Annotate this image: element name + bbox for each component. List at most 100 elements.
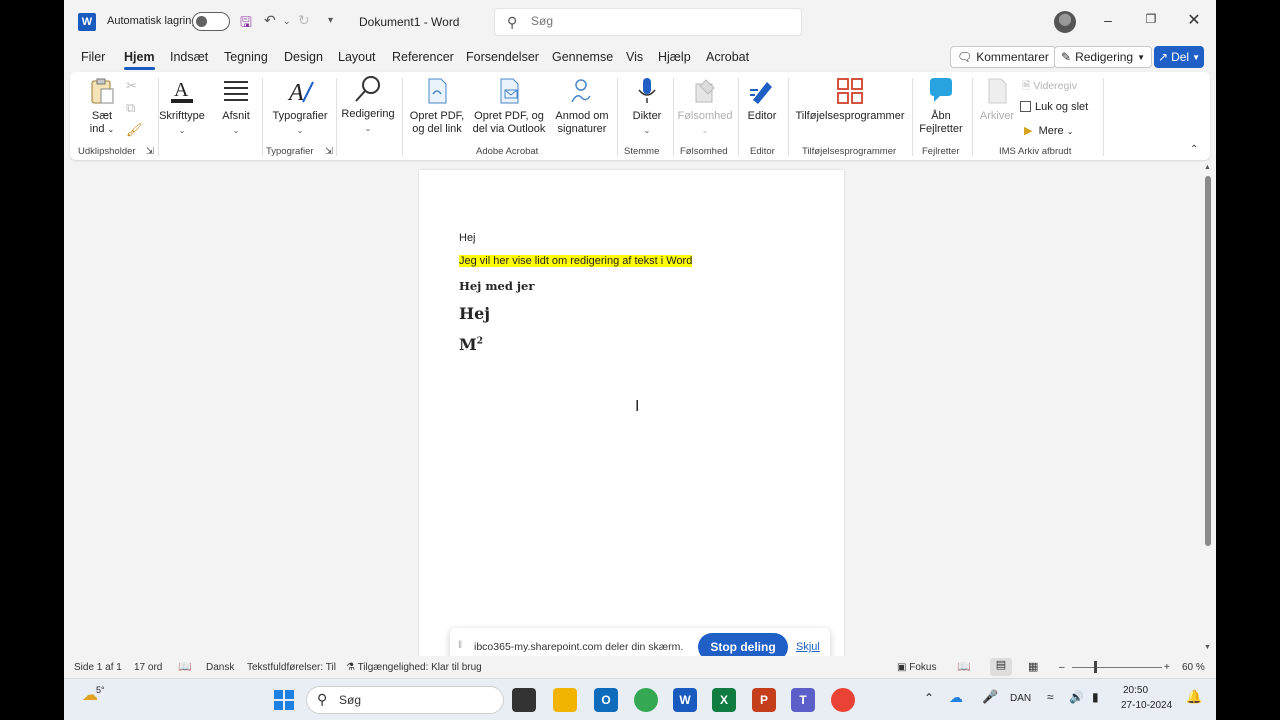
highlighted-text[interactable]: Jeg vil her vise lidt om redigering af t… (459, 255, 693, 267)
excel-icon[interactable]: X (712, 688, 736, 712)
restore-icon[interactable]: ❐ (1141, 12, 1161, 26)
wifi-icon[interactable]: ≈ (1047, 690, 1054, 704)
dictate-button[interactable]: Dikter ⌄ (621, 76, 673, 137)
windows-start-icon[interactable] (272, 688, 296, 712)
zoom-level[interactable]: 60 % (1182, 662, 1205, 673)
cut-icon[interactable]: ✂ (126, 78, 137, 94)
customize-toolbar-icon[interactable]: ▾ (328, 15, 333, 26)
minimize-icon[interactable]: – (1098, 12, 1118, 28)
editing-mode-button[interactable]: ✎ Redigering ▼ (1054, 46, 1153, 68)
tab-file[interactable]: Filer (81, 50, 105, 64)
scroll-up-icon[interactable]: ▲ (1204, 164, 1211, 171)
scroll-down-icon[interactable]: ▼ (1204, 644, 1211, 651)
collapse-ribbon-icon[interactable]: ⌃ (1190, 144, 1198, 155)
paragraph-button[interactable]: Afsnit ⌄ (216, 76, 256, 137)
addins-button[interactable]: Tilføjelsesprogrammer (792, 76, 908, 123)
comments-button[interactable]: 🗨 Kommentarer (950, 46, 1056, 68)
zoom-in-icon[interactable]: + (1164, 662, 1170, 673)
tab-design[interactable]: Design (284, 50, 323, 64)
sensitivity-button[interactable]: Følsomhed ⌄ (675, 76, 735, 137)
editor-button[interactable]: Editor (740, 76, 784, 123)
doc-line-greeting[interactable]: Hej (459, 232, 476, 244)
tab-mailings[interactable]: Forsendelser (466, 50, 539, 64)
save-icon[interactable]: 🖫 (240, 12, 252, 36)
word-count[interactable]: 17 ord (134, 662, 162, 673)
print-layout-icon[interactable]: ▤ (990, 658, 1012, 676)
proofing-icon[interactable]: 📖 (178, 660, 192, 673)
scrollbar-thumb[interactable] (1205, 176, 1211, 546)
request-signatures-button[interactable]: Anmod om signaturer (550, 76, 614, 136)
hide-banner-link[interactable]: Skjul (796, 641, 820, 653)
paste-button[interactable]: Sæt ind ⌄ (82, 76, 122, 136)
weather-temp[interactable]: 5° (96, 685, 105, 695)
drag-handle-icon[interactable]: ‖ (458, 640, 462, 651)
format-painter-icon[interactable]: 🖌 (126, 122, 143, 138)
taskbar-search[interactable]: ⚲ Søg (306, 686, 504, 714)
doc-line-bold[interactable]: Hej med jer (459, 279, 534, 293)
open-fixer-button[interactable]: Åbn Fejlretter (916, 76, 966, 136)
archive-button[interactable]: Arkiver (976, 76, 1018, 123)
input-language[interactable]: DAN (1010, 693, 1031, 704)
close-icon[interactable]: ✕ (1184, 10, 1204, 30)
accessibility-status[interactable]: ⚗ Tilgængelighed: Klar til brug (346, 662, 482, 673)
avatar[interactable] (1054, 11, 1076, 33)
zoom-slider-thumb[interactable] (1094, 661, 1097, 673)
mic-tray-icon[interactable]: 🎤 (982, 689, 998, 705)
font-button[interactable]: A Skrifttype ⌄ (156, 76, 208, 137)
search-input[interactable] (531, 14, 781, 28)
notification-bell-icon[interactable]: 🔔 (1186, 689, 1202, 705)
tab-view[interactable]: Vis (626, 50, 643, 64)
tab-draw[interactable]: Tegning (224, 50, 268, 64)
teams-icon[interactable]: T (791, 688, 815, 712)
show-hidden-icons[interactable]: ⌃ (924, 691, 934, 705)
create-pdf-share-link-button[interactable]: Opret PDF, og del link (406, 76, 468, 136)
text-predictions-status[interactable]: Tekstfuldførelser: Til (247, 662, 336, 673)
read-delete-checkbox[interactable]: Luk og slet (1020, 101, 1088, 113)
web-layout-icon[interactable]: ▦ (1028, 660, 1038, 673)
chrome-icon[interactable] (634, 688, 658, 712)
task-view-icon[interactable] (512, 688, 536, 712)
editing-button[interactable]: Redigering ⌄ (340, 74, 396, 135)
document-page[interactable]: Hej Jeg vil her vise lidt om redigering … (419, 170, 844, 670)
outlook-icon[interactable]: O (594, 688, 618, 712)
forward-button[interactable]: 🗎 Videregiv (1022, 78, 1077, 96)
chrome-profile-icon[interactable] (831, 688, 855, 712)
doc-line-large[interactable]: Hej (459, 304, 490, 323)
zoom-slider[interactable] (1072, 667, 1162, 668)
tab-help[interactable]: Hjælp (658, 50, 691, 64)
powerpoint-icon[interactable]: P (752, 688, 776, 712)
tab-review[interactable]: Gennemse (552, 50, 613, 64)
clipboard-launcher-icon[interactable]: ⇲ (146, 146, 154, 157)
page-count[interactable]: Side 1 af 1 (74, 662, 122, 673)
more-button[interactable]: ▶ Mere ⌄ (1024, 124, 1073, 137)
copy-icon[interactable]: ⧉ (126, 100, 135, 116)
battery-icon[interactable]: ▮ (1092, 690, 1099, 704)
tab-layout[interactable]: Layout (338, 50, 376, 64)
onedrive-icon[interactable]: ☁ (949, 689, 963, 706)
clock-date[interactable]: 27-10-2024 (1121, 700, 1172, 711)
clock-time[interactable]: 20:50 (1123, 685, 1148, 696)
language-status[interactable]: Dansk (206, 662, 234, 673)
file-explorer-icon[interactable] (553, 688, 577, 712)
word-taskbar-icon[interactable]: W (673, 688, 697, 712)
tab-references[interactable]: Referencer (392, 50, 454, 64)
read-mode-icon[interactable]: 📖 (957, 660, 971, 673)
tab-insert[interactable]: Indsæt (170, 50, 208, 64)
doc-line-highlighted[interactable]: Jeg vil her vise lidt om redigering af t… (459, 255, 693, 267)
tab-home[interactable]: Hjem (124, 50, 155, 70)
volume-icon[interactable]: 🔊 (1069, 690, 1084, 704)
tab-acrobat[interactable]: Acrobat (706, 50, 749, 64)
search-box[interactable]: ⚲ (494, 8, 802, 36)
styles-launcher-icon[interactable]: ⇲ (325, 146, 333, 157)
undo-dropdown-icon[interactable]: ⌄ (283, 16, 291, 27)
share-button[interactable]: ↗ Del ▼ (1154, 46, 1204, 68)
focus-button[interactable]: ▣ Fokus (897, 662, 936, 673)
styles-button[interactable]: A Typografier ⌄ (268, 76, 332, 137)
vertical-scrollbar[interactable]: ▲ ▼ (1200, 162, 1216, 656)
zoom-out-icon[interactable]: – (1059, 662, 1065, 673)
create-pdf-outlook-button[interactable]: Opret PDF, og del via Outlook (470, 76, 548, 136)
doc-line-superscript[interactable]: M2 (459, 335, 483, 354)
redo-icon[interactable]: ↻ (298, 12, 310, 29)
undo-icon[interactable]: ↶ (264, 12, 276, 29)
autosave-toggle[interactable] (192, 12, 230, 31)
